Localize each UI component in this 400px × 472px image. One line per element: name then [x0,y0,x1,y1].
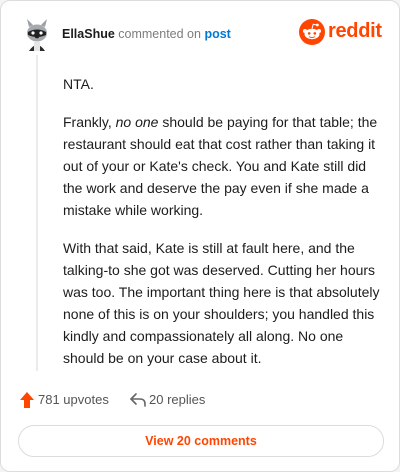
post-link[interactable]: post [204,27,230,41]
action-text: commented on [118,27,201,41]
comment-meta: EllaShue commented on post [62,27,231,41]
comment-paragraph-2: Frankly, no one should be paying for tha… [63,111,381,221]
comment-body: NTA. Frankly, no one should be paying fo… [63,73,381,385]
user-avatar[interactable] [19,17,55,53]
reddit-snoo-icon [299,19,325,45]
comment-paragraph-1: NTA. [63,76,94,92]
comment-paragraph-3: With that said, Kate is still at fault h… [63,240,380,366]
brand-wordmark: reddit [328,20,382,42]
upvote-button[interactable]: 781 upvotes [19,389,119,411]
thread-line[interactable] [36,55,38,371]
upvote-count: 781 upvotes [38,392,109,407]
reply-count: 20 replies [149,392,206,407]
comment-header: EllaShue commented on post reddit [17,13,383,53]
reply-arrow-icon [130,393,146,407]
emphasis-text: no one [115,114,159,130]
username-link[interactable]: EllaShue [62,27,115,41]
reddit-logo[interactable]: reddit [299,19,382,45]
comment-card: EllaShue commented on post reddit NTA. F… [0,0,400,472]
paragraph-text: Frankly, [63,114,116,130]
upvote-arrow-icon [20,392,34,408]
reply-button[interactable]: 20 replies [129,389,219,411]
view-comments-button[interactable]: View 20 comments [18,425,384,457]
